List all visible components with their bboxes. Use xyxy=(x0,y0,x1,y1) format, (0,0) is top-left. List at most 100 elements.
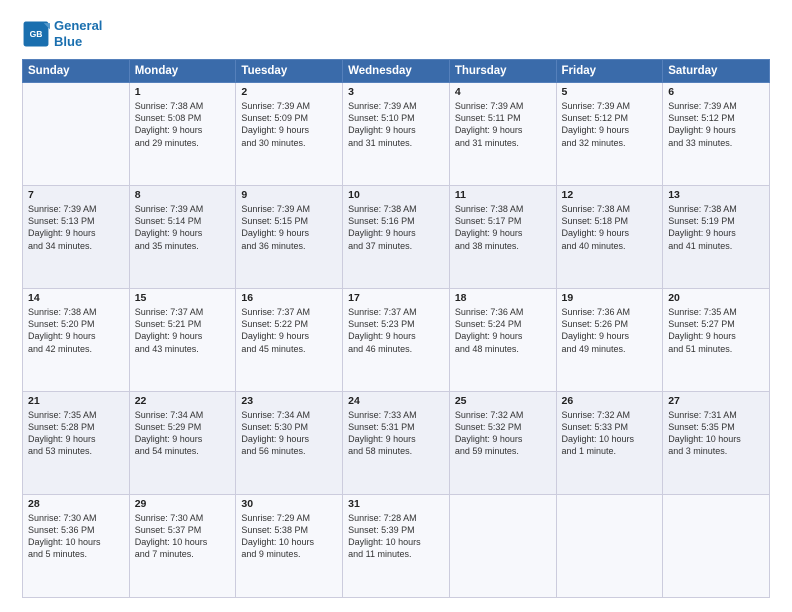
day-number: 26 xyxy=(562,395,658,407)
week-row-4: 28 Sunrise: 7:30 AM Sunset: 5:36 PM Dayli… xyxy=(23,495,770,598)
day-number: 10 xyxy=(348,189,444,201)
day-number: 9 xyxy=(241,189,337,201)
day-cell: 15Sunrise: 7:37 AM Sunset: 5:21 PM Dayli… xyxy=(129,289,236,392)
day-info: Sunrise: 7:34 AM Sunset: 5:30 PM Dayligh… xyxy=(241,409,337,458)
logo-text: General Blue xyxy=(54,18,102,49)
day-number: 24 xyxy=(348,395,444,407)
day-number: 31 xyxy=(348,498,444,510)
day-cell: 31 Sunrise: 7:28 AM Sunset: 5:39 PM Dayli… xyxy=(343,495,450,598)
day-number: 5 xyxy=(562,86,658,98)
day-info: Sunrise: 7:39 AM Sunset: 5:14 PM Dayligh… xyxy=(135,203,231,252)
day-number: 16 xyxy=(241,292,337,304)
logo: GB General Blue xyxy=(22,18,102,49)
day-info: Sunrise: 7:38 AM Sunset: 5:08 PM Dayligh… xyxy=(135,100,231,149)
day-info: Sunrise: 7:38 AM Sunset: 5:19 PM Dayligh… xyxy=(668,203,764,252)
day-cell: 6Sunrise: 7:39 AM Sunset: 5:12 PM Daylig… xyxy=(663,83,770,186)
day-number: 27 xyxy=(668,395,764,407)
day-info: Sunrise: 7:31 AM Sunset: 5:35 PM Dayligh… xyxy=(668,409,764,458)
day-info: Sunrise: 7:39 AM Sunset: 5:15 PM Dayligh… xyxy=(241,203,337,252)
day-info: Sunrise: 7:28 AM Sunset: 5:39 PM Dayligh… xyxy=(348,512,444,561)
day-info: Sunrise: 7:39 AM Sunset: 5:13 PM Dayligh… xyxy=(28,203,124,252)
day-cell: 9 Sunrise: 7:39 AM Sunset: 5:15 PM Daylig… xyxy=(236,186,343,289)
day-info: Sunrise: 7:33 AM Sunset: 5:31 PM Dayligh… xyxy=(348,409,444,458)
day-cell: 12 Sunrise: 7:38 AM Sunset: 5:18 PM Dayli… xyxy=(556,186,663,289)
week-row-2: 14 Sunrise: 7:38 AM Sunset: 5:20 PM Dayli… xyxy=(23,289,770,392)
day-cell: 2Sunrise: 7:39 AM Sunset: 5:09 PM Daylig… xyxy=(236,83,343,186)
day-cell: 21 Sunrise: 7:35 AM Sunset: 5:28 PM Dayli… xyxy=(23,392,130,495)
day-number: 29 xyxy=(135,498,231,510)
day-info: Sunrise: 7:36 AM Sunset: 5:26 PM Dayligh… xyxy=(562,306,658,355)
day-cell: 25Sunrise: 7:32 AM Sunset: 5:32 PM Dayli… xyxy=(449,392,556,495)
day-cell: 17 Sunrise: 7:37 AM Sunset: 5:23 PM Dayli… xyxy=(343,289,450,392)
day-cell xyxy=(23,83,130,186)
day-number: 19 xyxy=(562,292,658,304)
day-number: 28 xyxy=(28,498,124,510)
weekday-wednesday: Wednesday xyxy=(343,60,450,83)
day-cell: 30 Sunrise: 7:29 AM Sunset: 5:38 PM Dayli… xyxy=(236,495,343,598)
day-number: 25 xyxy=(455,395,551,407)
day-cell: 28 Sunrise: 7:30 AM Sunset: 5:36 PM Dayli… xyxy=(23,495,130,598)
week-row-1: 7Sunrise: 7:39 AM Sunset: 5:13 PM Daylig… xyxy=(23,186,770,289)
day-info: Sunrise: 7:38 AM Sunset: 5:20 PM Dayligh… xyxy=(28,306,124,355)
day-cell: 8 Sunrise: 7:39 AM Sunset: 5:14 PM Daylig… xyxy=(129,186,236,289)
day-number: 17 xyxy=(348,292,444,304)
day-info: Sunrise: 7:39 AM Sunset: 5:11 PM Dayligh… xyxy=(455,100,551,149)
day-number: 13 xyxy=(668,189,764,201)
day-number: 12 xyxy=(562,189,658,201)
day-cell: 22Sunrise: 7:34 AM Sunset: 5:29 PM Dayli… xyxy=(129,392,236,495)
day-cell: 3Sunrise: 7:39 AM Sunset: 5:10 PM Daylig… xyxy=(343,83,450,186)
weekday-thursday: Thursday xyxy=(449,60,556,83)
week-row-0: 1 Sunrise: 7:38 AM Sunset: 5:08 PM Daylig… xyxy=(23,83,770,186)
day-cell: 24 Sunrise: 7:33 AM Sunset: 5:31 PM Dayli… xyxy=(343,392,450,495)
header: GB General Blue xyxy=(22,18,770,49)
weekday-sunday: Sunday xyxy=(23,60,130,83)
day-cell xyxy=(556,495,663,598)
day-cell: 20Sunrise: 7:35 AM Sunset: 5:27 PM Dayli… xyxy=(663,289,770,392)
day-info: Sunrise: 7:38 AM Sunset: 5:17 PM Dayligh… xyxy=(455,203,551,252)
day-cell: 5 Sunrise: 7:39 AM Sunset: 5:12 PM Daylig… xyxy=(556,83,663,186)
page: GB General Blue SundayMondayTuesdayWedne… xyxy=(0,0,792,612)
day-number: 30 xyxy=(241,498,337,510)
day-info: Sunrise: 7:30 AM Sunset: 5:36 PM Dayligh… xyxy=(28,512,124,561)
weekday-friday: Friday xyxy=(556,60,663,83)
day-number: 15 xyxy=(135,292,231,304)
day-info: Sunrise: 7:37 AM Sunset: 5:22 PM Dayligh… xyxy=(241,306,337,355)
day-info: Sunrise: 7:38 AM Sunset: 5:16 PM Dayligh… xyxy=(348,203,444,252)
day-info: Sunrise: 7:38 AM Sunset: 5:18 PM Dayligh… xyxy=(562,203,658,252)
day-number: 4 xyxy=(455,86,551,98)
day-cell: 10 Sunrise: 7:38 AM Sunset: 5:16 PM Dayli… xyxy=(343,186,450,289)
weekday-monday: Monday xyxy=(129,60,236,83)
day-info: Sunrise: 7:39 AM Sunset: 5:12 PM Dayligh… xyxy=(562,100,658,149)
day-info: Sunrise: 7:35 AM Sunset: 5:28 PM Dayligh… xyxy=(28,409,124,458)
day-info: Sunrise: 7:32 AM Sunset: 5:33 PM Dayligh… xyxy=(562,409,658,458)
day-number: 8 xyxy=(135,189,231,201)
day-cell: 27 Sunrise: 7:31 AM Sunset: 5:35 PM Dayli… xyxy=(663,392,770,495)
day-cell: 26 Sunrise: 7:32 AM Sunset: 5:33 PM Dayli… xyxy=(556,392,663,495)
day-cell: 29Sunrise: 7:30 AM Sunset: 5:37 PM Dayli… xyxy=(129,495,236,598)
week-row-3: 21 Sunrise: 7:35 AM Sunset: 5:28 PM Dayli… xyxy=(23,392,770,495)
day-cell: 16 Sunrise: 7:37 AM Sunset: 5:22 PM Dayli… xyxy=(236,289,343,392)
day-info: Sunrise: 7:29 AM Sunset: 5:38 PM Dayligh… xyxy=(241,512,337,561)
day-number: 2 xyxy=(241,86,337,98)
day-number: 23 xyxy=(241,395,337,407)
day-number: 14 xyxy=(28,292,124,304)
day-number: 21 xyxy=(28,395,124,407)
day-number: 18 xyxy=(455,292,551,304)
day-cell: 19 Sunrise: 7:36 AM Sunset: 5:26 PM Dayli… xyxy=(556,289,663,392)
day-info: Sunrise: 7:37 AM Sunset: 5:23 PM Dayligh… xyxy=(348,306,444,355)
day-cell: 18Sunrise: 7:36 AM Sunset: 5:24 PM Dayli… xyxy=(449,289,556,392)
day-cell: 23 Sunrise: 7:34 AM Sunset: 5:30 PM Dayli… xyxy=(236,392,343,495)
weekday-saturday: Saturday xyxy=(663,60,770,83)
calendar-table: SundayMondayTuesdayWednesdayThursdayFrid… xyxy=(22,59,770,598)
weekday-header-row: SundayMondayTuesdayWednesdayThursdayFrid… xyxy=(23,60,770,83)
day-number: 3 xyxy=(348,86,444,98)
day-number: 22 xyxy=(135,395,231,407)
day-number: 1 xyxy=(135,86,231,98)
day-cell: 14 Sunrise: 7:38 AM Sunset: 5:20 PM Dayli… xyxy=(23,289,130,392)
day-cell: 13 Sunrise: 7:38 AM Sunset: 5:19 PM Dayli… xyxy=(663,186,770,289)
day-cell: 7Sunrise: 7:39 AM Sunset: 5:13 PM Daylig… xyxy=(23,186,130,289)
svg-text:GB: GB xyxy=(30,29,43,39)
day-info: Sunrise: 7:39 AM Sunset: 5:12 PM Dayligh… xyxy=(668,100,764,149)
day-cell: 4 Sunrise: 7:39 AM Sunset: 5:11 PM Daylig… xyxy=(449,83,556,186)
day-cell: 11Sunrise: 7:38 AM Sunset: 5:17 PM Dayli… xyxy=(449,186,556,289)
